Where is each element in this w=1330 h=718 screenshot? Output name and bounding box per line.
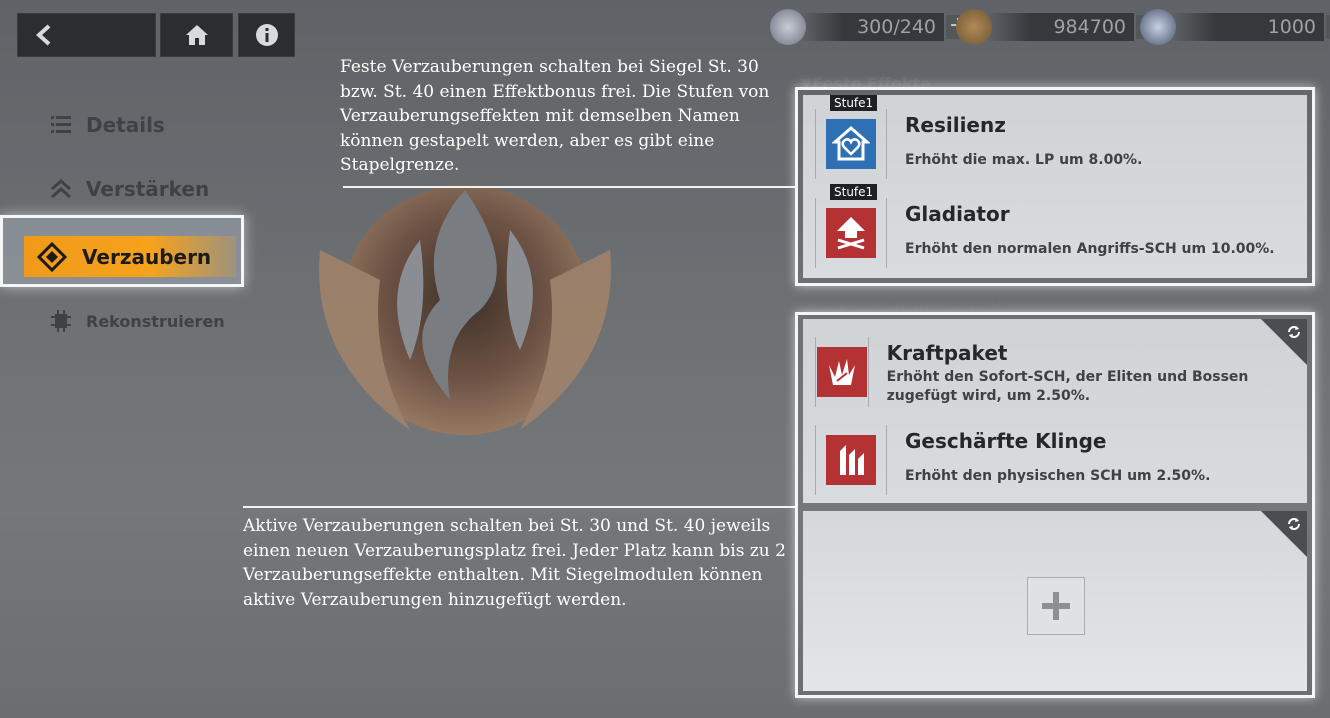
info-icon: [255, 24, 278, 46]
sidebar-item-verzaubern[interactable]: Verzaubern: [0, 215, 244, 287]
sidebar-item-label: Verstärken: [86, 177, 210, 201]
effect-description: Erhöht den physischen SCH um 2.50%.: [905, 468, 1211, 484]
section-header-active: ▼Verzauberungseffekte: [800, 294, 1012, 313]
coin-counter: 984700 +: [956, 9, 1160, 45]
sidebar-item-rekonstruieren[interactable]: Rekonstruieren: [48, 308, 225, 334]
effect-icon-frame: [815, 337, 869, 407]
effect-kraftpaket[interactable]: Kraftpaket Erhöht den Sofort-SCH, der El…: [815, 337, 1307, 407]
sidebar-item-label: Rekonstruieren: [86, 311, 225, 331]
tutorial-active-text: Aktive Verzauberungen schalten bei St. 3…: [243, 516, 786, 610]
add-enchant-button[interactable]: [1027, 577, 1085, 635]
blades-icon: [826, 435, 876, 485]
enchant-slot-1: Kraftpaket Erhöht den Sofort-SCH, der El…: [803, 319, 1307, 503]
coin-icon: [956, 9, 992, 45]
effect-icon-frame: [815, 425, 887, 495]
stamina-value: 300/240: [800, 13, 944, 41]
level-badge: Stufe1: [830, 184, 878, 200]
home-button[interactable]: [160, 13, 233, 57]
effect-name: Resilienz: [905, 113, 1006, 137]
effect-gladiator[interactable]: Stufe1 Gladiator Erhöht den normalen Ang…: [815, 184, 1275, 268]
effect-resilienz[interactable]: Stufe1 Resilienz Erhöht die max. LP um 8…: [815, 95, 1143, 179]
tutorial-fixed-text: Feste Verzauberungen schalten bei Siegel…: [340, 57, 770, 175]
effect-description: Erhöht die max. LP um 8.00%.: [905, 152, 1143, 168]
coin-value: 984700: [986, 13, 1134, 41]
list-icon: [48, 112, 74, 138]
enchant-icon: [34, 239, 70, 275]
effect-description: Erhöht den Sofort-SCH, der Eliten und Bo…: [886, 369, 1249, 404]
sidebar-item-verstaerken[interactable]: Verstärken: [48, 176, 209, 202]
callout-line-active: [243, 506, 795, 508]
effect-name: Geschärfte Klinge: [905, 429, 1107, 453]
sidebar-item-label: Details: [86, 113, 165, 137]
sidebar-item-label: Verzaubern: [82, 244, 212, 269]
plus-icon: [1042, 592, 1070, 620]
crystal-value: 1000: [1170, 13, 1324, 41]
callout-line-fixed: [343, 186, 795, 188]
effect-name: Kraftpaket: [886, 341, 1008, 365]
crossed-arrows-icon: [826, 208, 876, 258]
fixed-effects-card: Stufe1 Resilienz Erhöht die max. LP um 8…: [803, 95, 1307, 278]
sidebar-item-details[interactable]: Details: [48, 112, 165, 138]
effect-icon-frame: Stufe1: [815, 184, 887, 268]
crown-claw-icon: [816, 347, 867, 397]
heart-house-icon: [826, 119, 876, 169]
fixed-effects-panel: Stufe1 Resilienz Erhöht die max. LP um 8…: [795, 87, 1315, 286]
seal-emblem: [319, 185, 611, 435]
effect-icon-frame: Stufe1: [815, 95, 887, 179]
effect-geschaerfte-klinge[interactable]: Geschärfte Klinge Erhöht den physischen …: [815, 425, 1210, 495]
level-badge: Stufe1: [830, 95, 878, 111]
home-icon: [185, 25, 208, 45]
chevrons-up-icon: [48, 176, 74, 202]
back-button[interactable]: [17, 13, 156, 57]
stamina-counter: 300/240 +: [770, 9, 970, 45]
crystal-counter: 1000 +: [1140, 9, 1330, 45]
crystal-icon: [1140, 9, 1176, 45]
enchant-slot-2: [803, 511, 1307, 691]
back-arrow-icon: [36, 24, 51, 46]
active-enchant-panel: Kraftpaket Erhöht den Sofort-SCH, der El…: [795, 312, 1315, 698]
effect-name: Gladiator: [905, 202, 1010, 226]
stamina-icon: [770, 9, 806, 45]
info-button[interactable]: [238, 13, 295, 57]
add-crystal-button[interactable]: +: [1326, 15, 1330, 39]
swap-icon[interactable]: [1285, 515, 1303, 533]
reconstruct-icon: [48, 308, 74, 334]
active-tab-highlight: Verzaubern: [24, 236, 236, 277]
effect-description: Erhöht den normalen Angriffs-SCH um 10.0…: [905, 241, 1275, 257]
